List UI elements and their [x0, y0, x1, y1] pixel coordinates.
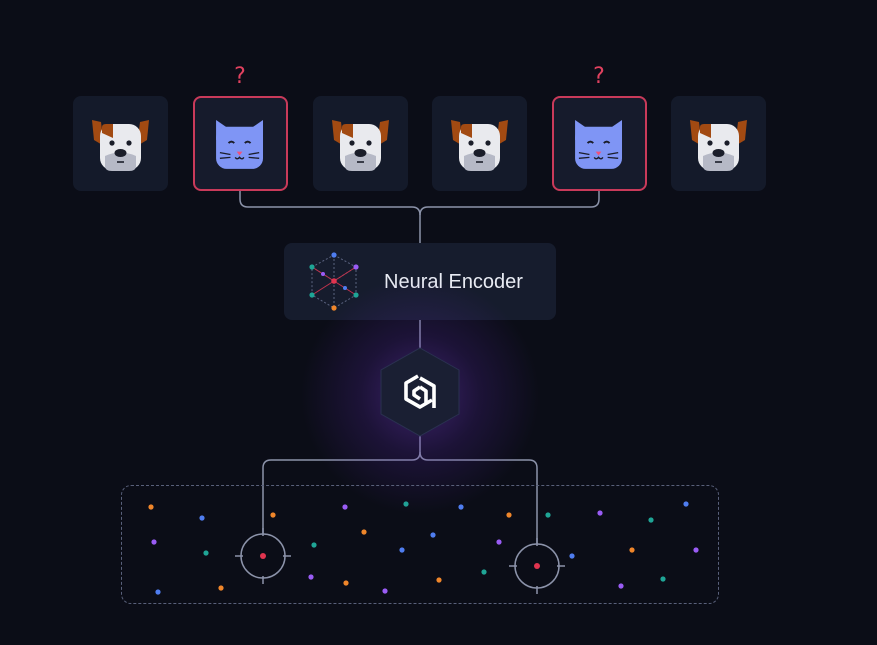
dog-face-icon	[690, 120, 747, 171]
input-card-cat-flagged	[552, 96, 647, 191]
question-mark: ?	[593, 64, 605, 89]
input-card-dog	[671, 96, 766, 191]
connector-cat-1	[239, 190, 421, 243]
input-card-dog	[432, 96, 527, 191]
input-card-dog	[313, 96, 408, 191]
dog-face-icon	[332, 120, 389, 171]
vector-database-hexagon-icon	[380, 347, 460, 437]
question-mark: ?	[234, 64, 246, 89]
input-card-cat-flagged	[193, 96, 288, 191]
embedding-space-box	[121, 485, 719, 604]
cat-face-icon	[216, 120, 264, 169]
cat-face-icon	[575, 120, 623, 169]
dog-face-icon	[92, 120, 149, 171]
connector-cat-2	[419, 190, 600, 216]
input-card-dog	[73, 96, 168, 191]
dog-face-icon	[451, 120, 508, 171]
diagram-canvas: ? ?	[0, 0, 877, 645]
